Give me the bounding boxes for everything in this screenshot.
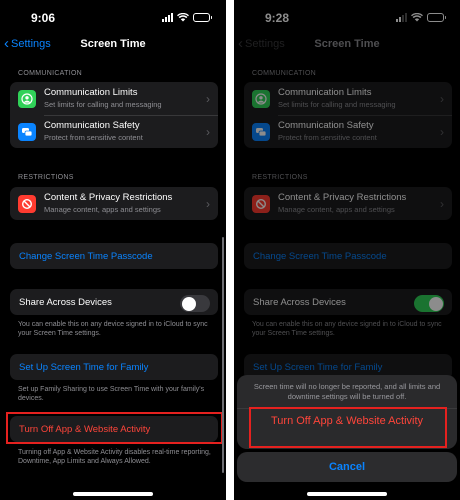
page-title: Screen Time <box>80 38 146 50</box>
highlight-box <box>6 412 223 444</box>
family-group: Set Up Screen Time for Family <box>10 354 218 380</box>
communication-safety-row[interactable]: Communication Safety Protect from sensit… <box>10 115 218 148</box>
communication-group: Communication Limits Set limits for call… <box>10 82 218 148</box>
wifi-icon <box>177 12 189 21</box>
status-bar: 9:06 <box>0 0 226 32</box>
navigation-bar: ‹ Settings Screen Time <box>0 34 226 56</box>
communication-limits-icon <box>18 89 36 108</box>
restrictions-group: Content & Privacy Restrictions Manage co… <box>10 187 218 220</box>
row-title: Content & Privacy Restrictions <box>44 192 173 203</box>
chevron-right-icon: › <box>206 92 210 106</box>
row-subtitle: Set limits for calling and messaging <box>44 100 162 109</box>
chevron-right-icon: › <box>206 197 210 211</box>
change-passcode-button[interactable]: Change Screen Time Passcode <box>10 243 218 269</box>
passcode-group: Change Screen Time Passcode <box>10 243 218 269</box>
section-header-restrictions: RESTRICTIONS <box>18 174 74 181</box>
chevron-right-icon: › <box>206 125 210 139</box>
family-setup-button[interactable]: Set Up Screen Time for Family <box>10 354 218 380</box>
home-indicator <box>307 492 387 496</box>
share-across-devices-toggle[interactable] <box>180 295 210 312</box>
share-note: You can enable this on any device signed… <box>18 321 208 337</box>
section-header-communication: COMMUNICATION <box>18 70 83 77</box>
system-icons <box>162 12 212 22</box>
family-note: Set up Family Sharing to use Screen Time… <box>18 386 205 402</box>
cellular-signal-icon <box>162 12 173 22</box>
row-title: Communication Safety <box>44 120 140 131</box>
left-screen: 9:06 ‹ Settings Screen Time COMMUNICATIO… <box>0 0 226 500</box>
restrictions-icon <box>18 194 36 213</box>
share-label: Share Across Devices <box>19 296 112 308</box>
home-indicator <box>73 492 153 496</box>
status-time: 9:06 <box>31 11 56 25</box>
communication-limits-row[interactable]: Communication Limits Set limits for call… <box>10 82 218 115</box>
row-subtitle: Manage content, apps and settings <box>44 205 161 214</box>
highlight-box <box>249 407 447 448</box>
turnoff-note: Turning off App & Website Activity disab… <box>18 449 211 465</box>
action-sheet-message: Screen time will no longer be reported, … <box>253 382 441 401</box>
share-group: Share Across Devices <box>10 289 218 315</box>
cancel-button[interactable]: Cancel <box>237 452 457 482</box>
content-privacy-restrictions-row[interactable]: Content & Privacy Restrictions Manage co… <box>10 187 218 220</box>
share-across-devices-row: Share Across Devices <box>10 289 218 315</box>
row-title: Communication Limits <box>44 87 138 98</box>
battery-icon <box>193 12 212 22</box>
communication-safety-icon <box>18 122 36 141</box>
scroll-indicator <box>222 237 224 473</box>
row-subtitle: Protect from sensitive content <box>44 133 143 142</box>
right-screen: 9:28 ‹ Settings Screen Time COMMUNICATIO… <box>234 0 460 500</box>
